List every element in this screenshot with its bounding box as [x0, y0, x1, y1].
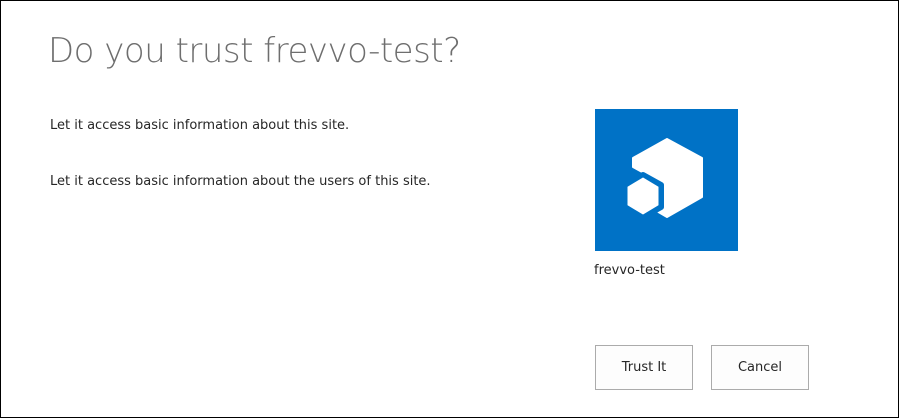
cancel-button[interactable]: Cancel — [711, 345, 809, 390]
app-hexagon-icon — [622, 138, 703, 220]
app-tile — [595, 109, 738, 251]
app-name: frevvo-test — [594, 263, 665, 278]
permission-site-info: Let it access basic information about th… — [50, 118, 350, 133]
trust-dialog: Do you trust frevvo-test? Let it access … — [0, 0, 899, 418]
dialog-title: Do you trust frevvo-test? — [48, 31, 461, 71]
trust-it-button[interactable]: Trust It — [595, 345, 693, 390]
permission-user-info: Let it access basic information about th… — [50, 174, 431, 189]
